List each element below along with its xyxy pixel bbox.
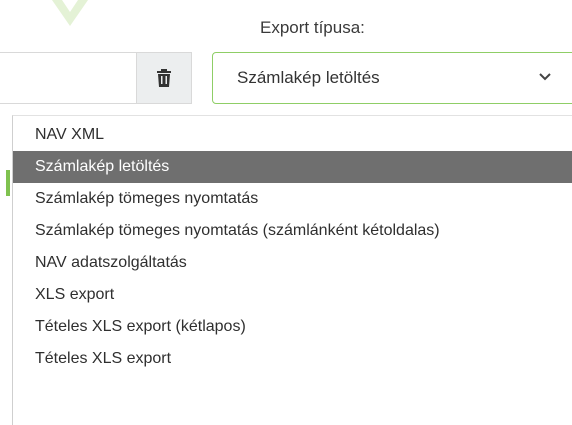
export-type-label: Export típusa: bbox=[260, 18, 365, 37]
trash-icon bbox=[157, 69, 171, 87]
option-szamlakep-letoltes[interactable]: Számlakép letöltés bbox=[13, 151, 572, 183]
option-teteles-xls-export[interactable]: Tételes XLS export bbox=[13, 343, 572, 375]
clear-button[interactable] bbox=[136, 52, 192, 104]
export-panel: Export típusa: Számlakép letöltés NAV XM… bbox=[0, 0, 572, 425]
option-nav-xml[interactable]: NAV XML bbox=[13, 119, 572, 151]
filter-input[interactable] bbox=[0, 52, 136, 104]
side-accent bbox=[6, 170, 10, 196]
chevron-down-icon[interactable] bbox=[538, 70, 552, 84]
export-type-select[interactable]: Számlakép letöltés bbox=[212, 52, 572, 104]
export-type-selected-value: Számlakép letöltés bbox=[237, 68, 380, 87]
option-teteles-xls-export-ketlapos[interactable]: Tételes XLS export (kétlapos) bbox=[13, 311, 572, 343]
option-szamlakep-tomeges-nyomtatas-ketoldalas[interactable]: Számlakép tömeges nyomtatás (számlánként… bbox=[13, 215, 572, 247]
option-nav-adatszolgaltatas[interactable]: NAV adatszolgáltatás bbox=[13, 247, 572, 279]
option-xls-export[interactable]: XLS export bbox=[13, 279, 572, 311]
logo-fragment bbox=[52, 0, 88, 26]
export-type-dropdown: NAV XML Számlakép letöltés Számlakép töm… bbox=[12, 115, 572, 425]
option-szamlakep-tomeges-nyomtatas[interactable]: Számlakép tömeges nyomtatás bbox=[13, 183, 572, 215]
